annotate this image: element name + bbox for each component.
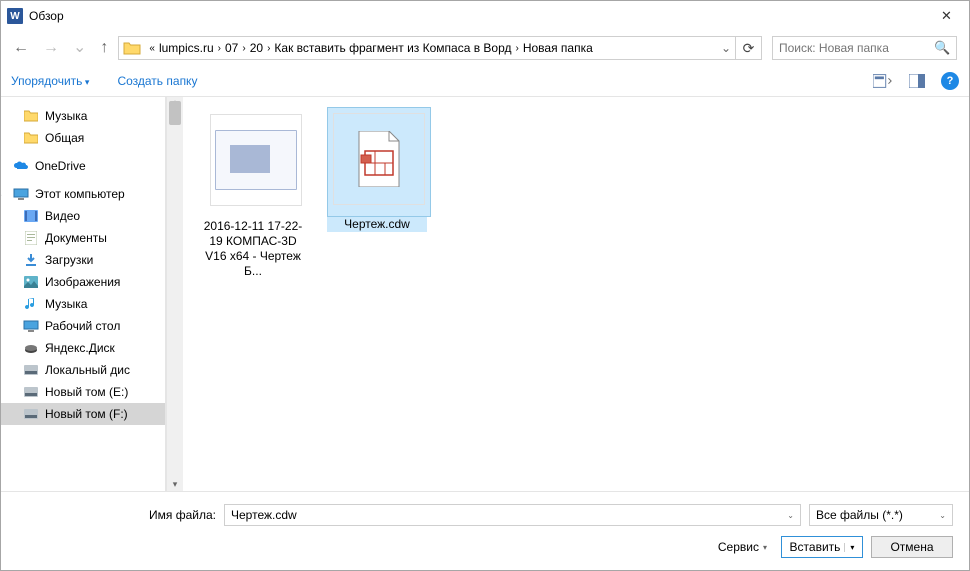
- crumb[interactable]: lumpics.ru: [159, 41, 214, 55]
- tree-item[interactable]: Документы: [1, 227, 165, 249]
- tree-item[interactable]: Яндекс.Диск: [1, 337, 165, 359]
- scroll-thumb[interactable]: [169, 101, 181, 125]
- doc-icon: [23, 230, 39, 246]
- tree-label: Музыка: [45, 109, 87, 123]
- tree-label: Этот компьютер: [35, 187, 125, 201]
- download-icon: [23, 252, 39, 268]
- word-icon: [7, 8, 23, 24]
- tree-label: Видео: [45, 209, 80, 223]
- onedrive-icon: [13, 158, 29, 174]
- tree-label: Новый том (F:): [45, 407, 128, 421]
- tree-item[interactable]: Изображения: [1, 271, 165, 293]
- tools-menu[interactable]: Сервис▾: [718, 540, 767, 554]
- file-pane[interactable]: 2016-12-11 17-22-19 КОМПАС-3D V16 x64 - …: [183, 97, 969, 491]
- disk-icon: [23, 406, 39, 422]
- tree-item[interactable]: Видео: [1, 205, 165, 227]
- new-folder-button[interactable]: Создать папку: [117, 74, 197, 88]
- tree-label: Рабочий стол: [45, 319, 120, 333]
- history-dropdown[interactable]: ⌄: [73, 40, 86, 56]
- up-button[interactable]: ↑: [100, 40, 108, 56]
- breadcrumbs[interactable]: « lumpics.ru› 07› 20› Как вставить фрагм…: [145, 41, 717, 55]
- tree-label: OneDrive: [35, 159, 86, 173]
- tree-item[interactable]: Новый том (F:): [1, 403, 165, 425]
- yandex-disk-icon: [23, 340, 39, 356]
- tree-item[interactable]: Загрузки: [1, 249, 165, 271]
- expand-icon[interactable]: ›: [1, 161, 5, 172]
- tree-label: Локальный дис: [45, 363, 130, 377]
- file-type-filter[interactable]: Все файлы (*.*) ⌄: [809, 504, 953, 526]
- video-icon: [23, 208, 39, 224]
- tree-label: Общая: [45, 131, 84, 145]
- crumb[interactable]: Как вставить фрагмент из Компаса в Ворд: [274, 41, 511, 55]
- image-icon: [23, 274, 39, 290]
- tree-item-onedrive[interactable]: › OneDrive: [1, 155, 165, 177]
- filename-label: Имя файла:: [1, 508, 216, 522]
- open-button[interactable]: Вставить▾: [781, 536, 863, 558]
- nav-bar: ← → ⌄ ↑ « lumpics.ru› 07› 20› Как встави…: [1, 31, 969, 65]
- cancel-button[interactable]: Отмена: [871, 536, 953, 558]
- collapse-icon[interactable]: ⌄: [1, 189, 5, 200]
- file-label: 2016-12-11 17-22-19 КОМПАС-3D V16 x64 - …: [203, 219, 303, 279]
- filename-input[interactable]: [231, 508, 787, 522]
- file-thumbnail: [210, 114, 302, 206]
- pc-icon: [13, 186, 29, 202]
- tree-item[interactable]: Общая: [1, 127, 165, 149]
- body: Музыка Общая › OneDrive ⌄ Этот компьютер В…: [1, 97, 969, 491]
- tree-item[interactable]: Музыка: [1, 293, 165, 315]
- organize-menu[interactable]: Упорядочить: [11, 74, 89, 88]
- help-button[interactable]: ?: [941, 72, 959, 90]
- disk-icon: [23, 384, 39, 400]
- titlebar: Обзор ✕: [1, 1, 969, 31]
- dropdown-icon[interactable]: ⌄: [787, 511, 794, 520]
- nav-tree[interactable]: Музыка Общая › OneDrive ⌄ Этот компьютер В…: [1, 97, 166, 491]
- preview-pane-button[interactable]: [907, 71, 927, 91]
- disk-icon: [23, 362, 39, 378]
- filter-label: Все файлы (*.*): [816, 508, 903, 522]
- folder-icon: [123, 41, 141, 55]
- search-box[interactable]: 🔍: [772, 36, 957, 60]
- scroll-down-icon[interactable]: ▾: [167, 477, 183, 491]
- tree-label: Музыка: [45, 297, 87, 311]
- refresh-button[interactable]: ⟳: [735, 37, 761, 59]
- toolbar: Упорядочить Создать папку ?: [1, 65, 969, 97]
- dropdown-icon[interactable]: ⌄: [939, 511, 946, 520]
- crumb[interactable]: 20: [250, 41, 263, 55]
- chevron-icon: «: [149, 43, 155, 54]
- tree-item[interactable]: Музыка: [1, 105, 165, 127]
- nav-arrows: ← → ⌄ ↑: [13, 40, 108, 56]
- music-icon: [23, 296, 39, 312]
- close-button[interactable]: ✕: [924, 2, 969, 31]
- search-icon[interactable]: 🔍: [934, 40, 950, 56]
- tree-label: Яндекс.Диск: [45, 341, 115, 355]
- tree-label: Новый том (E:): [45, 385, 128, 399]
- file-thumbnail: [333, 113, 425, 205]
- crumb[interactable]: Новая папка: [523, 41, 593, 55]
- file-open-dialog: Обзор ✕ ← → ⌄ ↑ « lumpics.ru› 07› 20› Ка…: [0, 0, 970, 571]
- search-input[interactable]: [779, 41, 934, 55]
- tree-label: Загрузки: [45, 253, 93, 267]
- address-dropdown[interactable]: ⌄: [717, 41, 735, 55]
- view-mode-button[interactable]: [873, 71, 893, 91]
- file-item[interactable]: 2016-12-11 17-22-19 КОМПАС-3D V16 x64 - …: [203, 107, 303, 279]
- window-title: Обзор: [29, 9, 924, 23]
- file-item-selected[interactable]: Чертеж.cdw: [327, 107, 427, 232]
- address-bar[interactable]: « lumpics.ru› 07› 20› Как вставить фрагм…: [118, 36, 762, 60]
- crumb[interactable]: 07: [225, 41, 238, 55]
- back-button[interactable]: ←: [13, 40, 29, 56]
- tree-item[interactable]: Новый том (E:): [1, 381, 165, 403]
- forward-button[interactable]: →: [43, 40, 59, 56]
- tree-item[interactable]: Рабочий стол: [1, 315, 165, 337]
- footer: Имя файла: ⌄ Все файлы (*.*) ⌄ Сервис▾ В…: [1, 491, 969, 570]
- tree-label: Изображения: [45, 275, 120, 289]
- desktop-icon: [23, 318, 39, 334]
- tree-label: Документы: [45, 231, 107, 245]
- tree-item[interactable]: Локальный дис: [1, 359, 165, 381]
- tree-item-pc[interactable]: ⌄ Этот компьютер: [1, 183, 165, 205]
- tree-scrollbar[interactable]: ▴ ▾: [166, 97, 183, 491]
- filename-field[interactable]: ⌄: [224, 504, 801, 526]
- file-label: Чертеж.cdw: [327, 217, 427, 232]
